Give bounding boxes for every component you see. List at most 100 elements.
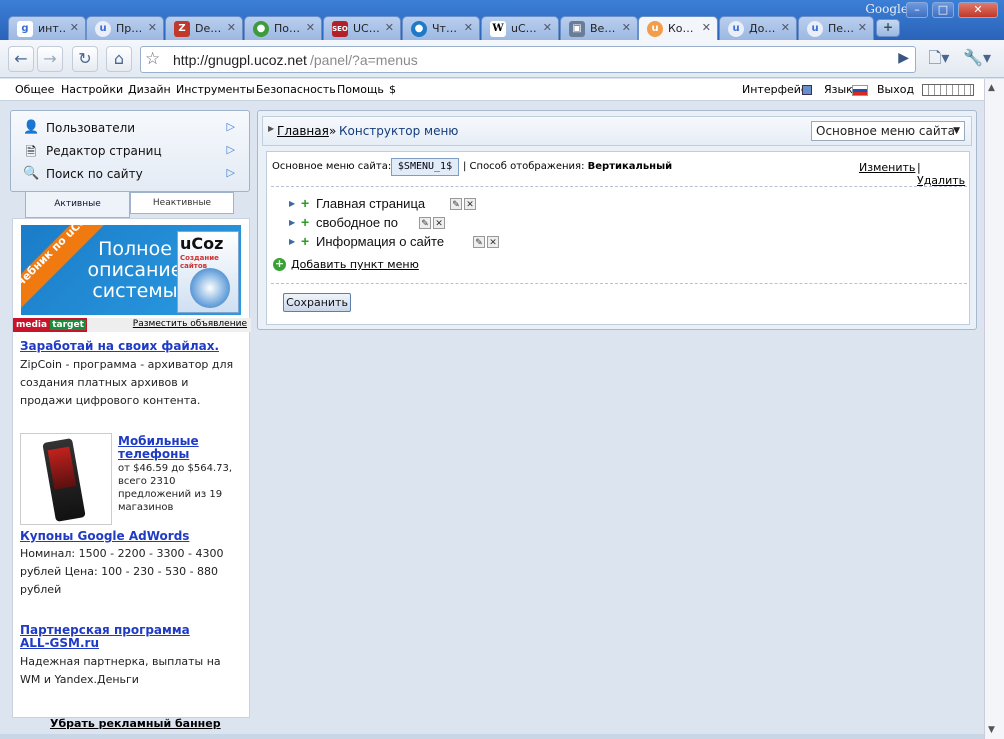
globe-icon: ● bbox=[253, 21, 269, 37]
add-menu-item-link[interactable]: Добавить пункт меню bbox=[291, 258, 419, 271]
tab-close-icon[interactable]: ✕ bbox=[702, 21, 711, 34]
ad-column: Учебник по uCoz Полное описание системы … bbox=[12, 218, 251, 718]
language-label[interactable]: Язык bbox=[824, 83, 853, 96]
wikipedia-icon: W bbox=[490, 21, 506, 37]
delete-icon[interactable]: ✕ bbox=[464, 198, 476, 210]
expand-icon[interactable]: ▶ bbox=[289, 199, 295, 208]
edit-icon[interactable]: ✎ bbox=[419, 217, 431, 229]
ucoz-icon: u bbox=[95, 21, 111, 37]
ad1-title[interactable]: Заработай на своих файлах. bbox=[20, 339, 219, 353]
go-icon[interactable]: ▶ bbox=[898, 50, 909, 66]
add-subitem-icon[interactable]: + bbox=[301, 195, 309, 211]
reload-icon[interactable]: ↻ bbox=[72, 46, 98, 72]
delete-icon[interactable]: ✕ bbox=[487, 236, 499, 248]
tab-close-icon[interactable]: ✕ bbox=[306, 21, 315, 34]
edit-icon[interactable]: ✎ bbox=[450, 198, 462, 210]
ad2-title[interactable]: Мобильные телефоны bbox=[118, 435, 238, 461]
home-icon[interactable]: ⌂ bbox=[106, 46, 132, 72]
delete-menu-link[interactable]: | Удалить bbox=[917, 161, 969, 187]
browser-tab[interactable]: ● По… ✕ bbox=[244, 16, 322, 40]
menu-select[interactable]: Основное меню сайта ▼ bbox=[811, 121, 965, 141]
chat-icon: ● bbox=[411, 21, 427, 37]
browser-titlebar: Google – □ ✕ g инт…✕ u Пр…✕ Z De…✕ ● По…… bbox=[0, 0, 1004, 41]
expand-icon[interactable]: ▶ bbox=[289, 218, 295, 227]
tab-close-icon[interactable]: ✕ bbox=[543, 21, 552, 34]
width-slider[interactable] bbox=[922, 84, 974, 96]
menu-info-label: Основное меню сайта: bbox=[272, 161, 392, 172]
browser-tab[interactable]: u Пр… ✕ bbox=[86, 16, 164, 40]
menu-tools[interactable]: Инструменты bbox=[176, 83, 255, 96]
menu-general[interactable]: Общее bbox=[15, 83, 54, 96]
browser-toolbar: ← → ↻ ⌂ ☆ http://gnugpl.ucoz.net /panel/… bbox=[0, 40, 1004, 78]
ad3-title[interactable]: Купоны Google AdWords bbox=[20, 529, 189, 543]
remove-banner-link[interactable]: Убрать рекламный баннер bbox=[50, 717, 221, 730]
tab-close-icon[interactable]: ✕ bbox=[622, 21, 631, 34]
chevron-right-icon: ▷ bbox=[226, 166, 235, 179]
new-tab-button[interactable]: + bbox=[876, 19, 900, 37]
ucoz-banner[interactable]: Учебник по uCoz Полное описание системы … bbox=[21, 225, 241, 315]
phone-image[interactable] bbox=[20, 433, 112, 525]
address-bar[interactable]: ☆ http://gnugpl.ucoz.net /panel/?a=menus… bbox=[140, 46, 916, 73]
ucoz-icon: u bbox=[728, 21, 744, 37]
vertical-scrollbar[interactable]: ▲ ▼ bbox=[984, 79, 1004, 739]
save-button[interactable]: Сохранить bbox=[283, 293, 351, 312]
back-icon[interactable]: ← bbox=[8, 46, 34, 72]
browser-tab-active[interactable]: u Ко… ✕ bbox=[638, 16, 718, 41]
minimize-icon[interactable]: – bbox=[906, 2, 928, 18]
browser-tab[interactable]: u Пе… ✕ bbox=[798, 16, 874, 40]
add-icon[interactable]: + bbox=[273, 258, 286, 271]
url-path: /panel/?a=menus bbox=[310, 52, 418, 68]
maximize-icon[interactable]: □ bbox=[932, 2, 954, 18]
edit-icon[interactable]: ✎ bbox=[473, 236, 485, 248]
tab-close-icon[interactable]: ✕ bbox=[464, 21, 473, 34]
scroll-up-icon[interactable]: ▲ bbox=[988, 83, 995, 93]
chevron-right-icon: ▷ bbox=[226, 143, 235, 156]
menu-help[interactable]: Помощь bbox=[337, 83, 384, 96]
page-editor-icon: 🗎 bbox=[25, 145, 37, 160]
browser-tab[interactable]: Z De… ✕ bbox=[165, 16, 243, 40]
add-subitem-icon[interactable]: + bbox=[301, 233, 309, 249]
logout-link[interactable]: Выход bbox=[877, 83, 914, 96]
sidebar-item-site-search[interactable]: 🔍 Поиск по сайту ▷ bbox=[19, 163, 241, 185]
edit-menu-link[interactable]: Изменить bbox=[859, 161, 915, 174]
tab-close-icon[interactable]: ✕ bbox=[858, 21, 867, 34]
page-menu-icon[interactable]: 🗋▾ bbox=[922, 46, 956, 72]
browser-tab[interactable]: SEO UC… ✕ bbox=[323, 16, 401, 40]
menu-money[interactable]: $ bbox=[389, 83, 396, 96]
tab-inactive-ads[interactable]: Неактивные bbox=[130, 192, 234, 214]
tab-close-icon[interactable]: ✕ bbox=[70, 21, 79, 34]
tab-close-icon[interactable]: ✕ bbox=[227, 21, 236, 34]
tab-active-ads[interactable]: Активные bbox=[25, 192, 130, 218]
browser-tab[interactable]: g инт…✕ bbox=[8, 16, 86, 40]
menu-settings[interactable]: Настройки bbox=[61, 83, 123, 96]
browser-tab[interactable]: ● Чт… ✕ bbox=[402, 16, 480, 40]
menu-security[interactable]: Безопасность bbox=[256, 83, 336, 96]
browser-tab[interactable]: W uC… ✕ bbox=[481, 16, 559, 40]
browser-tab[interactable]: ▣ Ве… ✕ bbox=[560, 16, 638, 40]
chevron-down-icon: ▼ bbox=[953, 126, 960, 136]
menu-design[interactable]: Дизайн bbox=[128, 83, 171, 96]
scroll-down-icon[interactable]: ▼ bbox=[988, 725, 995, 735]
expand-icon[interactable]: ▶ bbox=[289, 237, 295, 246]
add-subitem-icon[interactable]: + bbox=[301, 214, 309, 230]
tab-close-icon[interactable]: ✕ bbox=[385, 21, 394, 34]
tab-close-icon[interactable]: ✕ bbox=[781, 21, 790, 34]
media-target-logo: media target bbox=[13, 318, 87, 332]
browser-tab[interactable]: u До… ✕ bbox=[719, 16, 797, 40]
close-window-icon[interactable]: ✕ bbox=[958, 2, 998, 18]
bookmark-star-icon[interactable]: ☆ bbox=[145, 49, 160, 69]
sidebar-item-page-editor[interactable]: 🗎 Редактор страниц ▷ bbox=[19, 140, 241, 162]
menu-code-field[interactable]: $SMENU_1$ bbox=[391, 158, 459, 176]
forward-icon[interactable]: → bbox=[37, 46, 63, 72]
sidebar-item-users[interactable]: 👤 Пользователи ▷ bbox=[19, 117, 241, 139]
ad4-title[interactable]: Партнерская программа ALL-GSM.ru bbox=[20, 624, 220, 650]
place-ad-link[interactable]: Разместить объявление bbox=[133, 319, 247, 329]
delete-icon[interactable]: ✕ bbox=[433, 217, 445, 229]
russian-flag-icon[interactable] bbox=[852, 85, 868, 96]
breadcrumb-home-link[interactable]: Главная bbox=[277, 124, 329, 138]
wrench-icon[interactable]: 🔧▾ bbox=[960, 46, 994, 72]
interface-icon[interactable] bbox=[802, 85, 812, 95]
tab-close-icon[interactable]: ✕ bbox=[148, 21, 157, 34]
ucoz-icon: u bbox=[647, 21, 663, 37]
interface-label[interactable]: Интерфейс bbox=[742, 83, 807, 96]
